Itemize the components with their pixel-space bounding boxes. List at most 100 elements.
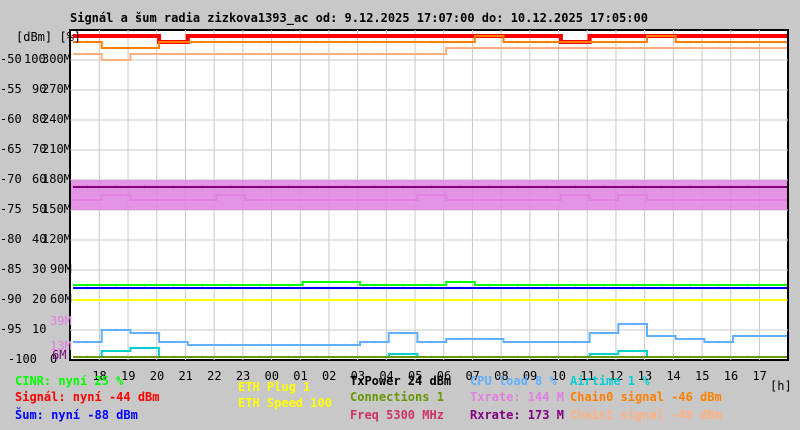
data-point [545, 46, 548, 50]
data-point [430, 52, 433, 56]
y-tick-dbm: -60 [0, 112, 22, 126]
data-point [430, 298, 433, 302]
data-point [746, 334, 749, 338]
y-tick-rate: 180M [42, 172, 71, 186]
data-point [717, 40, 720, 44]
legend-item: Chain0 signal -46 dBm [570, 390, 722, 404]
data-point [487, 355, 491, 359]
data-point [717, 340, 720, 344]
data-point [545, 34, 548, 38]
y-tick-pct: 20 [32, 292, 47, 306]
data-point [602, 40, 606, 44]
data-point [200, 198, 204, 202]
legend-item: Txrate: 144 M [470, 390, 564, 404]
data-point [516, 355, 520, 359]
y-tick-rate: 300M [42, 52, 71, 66]
data-point [344, 286, 347, 290]
data-point [660, 34, 663, 38]
y-tick-dbm: -100 [8, 352, 37, 366]
data-point [344, 52, 347, 56]
data-point [430, 40, 433, 44]
data-point [143, 346, 146, 350]
data-point [574, 40, 577, 44]
data-point [688, 283, 692, 287]
series--um [73, 286, 787, 290]
y-tick-dbm: -65 [0, 142, 22, 156]
data-point [229, 185, 233, 189]
data-point [86, 52, 89, 56]
data-point [688, 198, 692, 202]
data-point [200, 34, 204, 38]
data-point [401, 198, 405, 202]
data-point [602, 198, 606, 202]
data-point [172, 198, 175, 202]
data-point [258, 298, 261, 302]
data-point [401, 352, 405, 356]
data-point [315, 52, 319, 56]
data-point [401, 52, 405, 56]
data-point [516, 198, 520, 202]
data-point [516, 34, 520, 38]
data-point [401, 286, 405, 290]
data-point [401, 283, 405, 287]
y-tick-dbm: -50 [0, 52, 22, 66]
data-point [459, 185, 462, 189]
data-point [746, 283, 749, 287]
data-point [114, 58, 118, 62]
data-point [487, 46, 491, 50]
data-point [631, 46, 634, 50]
data-point [143, 46, 146, 50]
data-point [258, 198, 261, 202]
data-point [660, 198, 663, 202]
data-point [373, 286, 376, 290]
data-point [602, 283, 606, 287]
data-point [229, 355, 233, 359]
data-point [459, 280, 462, 284]
data-point [86, 185, 89, 189]
data-point [574, 340, 577, 344]
data-point [401, 34, 405, 38]
data-point [459, 198, 462, 202]
data-point [746, 46, 749, 50]
data-point [688, 46, 692, 50]
data-point [315, 355, 319, 359]
y-tick-rate: 150M [42, 202, 71, 216]
data-point [287, 355, 290, 359]
data-point [143, 185, 146, 189]
legend-item: Šum: nyní -88 dBm [15, 408, 138, 422]
data-point [746, 355, 749, 359]
data-point [516, 46, 520, 50]
data-point [688, 40, 692, 44]
data-point [344, 343, 347, 347]
data-point [143, 198, 146, 202]
data-point [545, 286, 548, 290]
data-point [229, 52, 233, 56]
data-point [229, 34, 233, 38]
data-point [574, 283, 577, 287]
data-point [315, 286, 319, 290]
data-point [315, 343, 319, 347]
data-point [545, 198, 548, 202]
legend-item: Connections 1 [350, 390, 444, 404]
legend-item: TxPower 24 dBm [350, 374, 452, 388]
y-tick-rate: 270M [42, 82, 71, 96]
data-point [430, 355, 433, 359]
data-point [114, 328, 118, 332]
data-point [200, 40, 204, 44]
data-point [545, 355, 548, 359]
data-point [143, 355, 146, 359]
data-point [86, 198, 89, 202]
data-point [602, 355, 606, 359]
data-point [86, 40, 89, 44]
series-txrate [71, 180, 787, 210]
y-tick-dbm: -95 [0, 322, 22, 336]
x-tick: 14 [666, 369, 681, 383]
data-point [114, 34, 118, 38]
data-point [430, 340, 433, 344]
data-point [258, 286, 261, 290]
x-tick: 16 [723, 369, 739, 383]
x-tick: 22 [207, 369, 222, 383]
data-point [487, 185, 491, 189]
data-point [143, 283, 146, 287]
data-point [688, 298, 692, 302]
